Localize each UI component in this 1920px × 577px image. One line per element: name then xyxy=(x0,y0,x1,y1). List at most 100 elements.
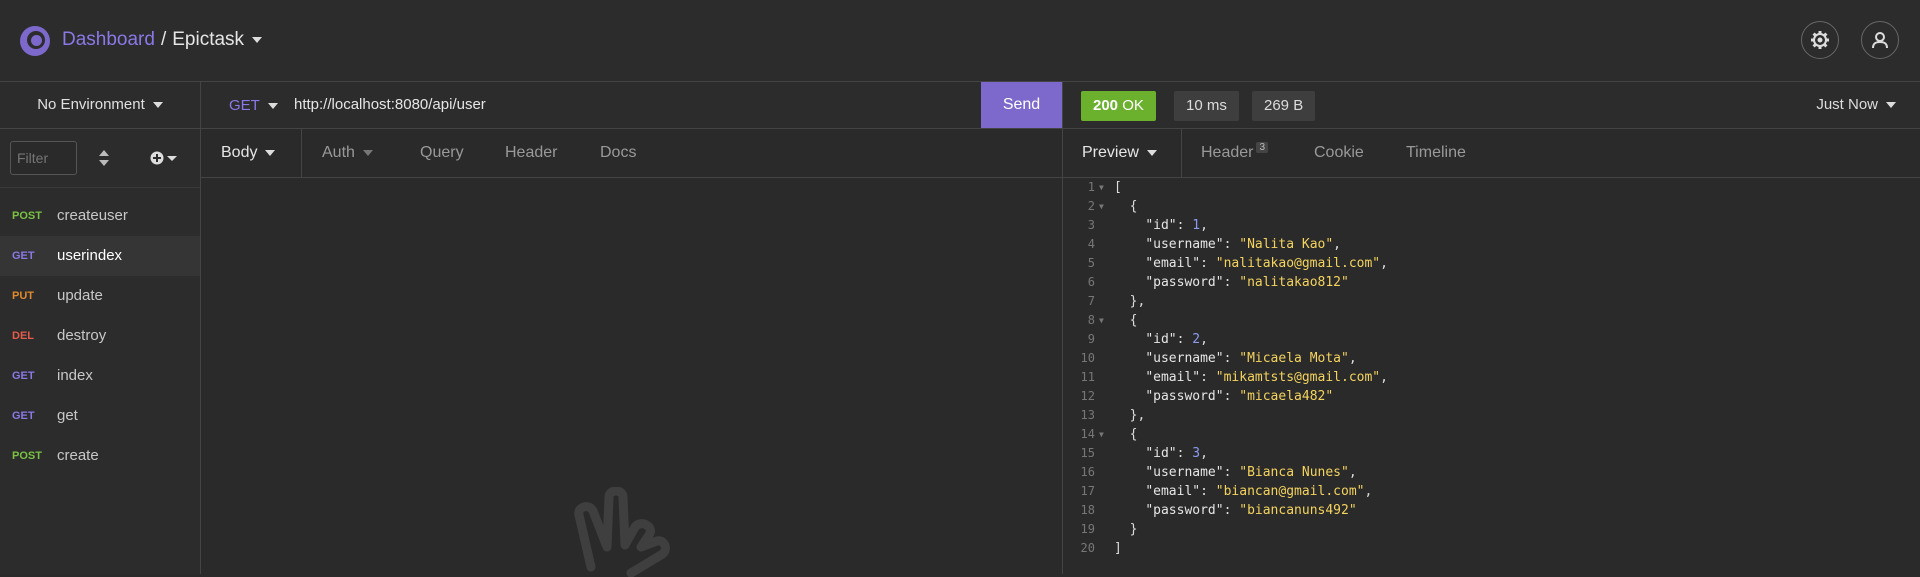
code-line: 2 ▼ { xyxy=(1063,197,1920,216)
code-line: 3 "id": 1, xyxy=(1063,216,1920,235)
top-bar: Dashboard / Epictask xyxy=(0,0,1920,82)
code-line: 13 }, xyxy=(1063,406,1920,425)
add-request-icon[interactable] xyxy=(150,149,182,167)
workspace-dropdown[interactable]: Epictask xyxy=(172,29,263,50)
breadcrumb: Dashboard / Epictask xyxy=(62,29,263,51)
send-button[interactable]: Send xyxy=(981,82,1062,128)
code-line: 19 } xyxy=(1063,520,1920,539)
method-badge: DEL xyxy=(12,330,34,342)
gear-icon xyxy=(1811,31,1829,49)
sidebar: No Environment POST createuser GET useri… xyxy=(0,82,201,574)
method-badge: POST xyxy=(12,210,42,222)
tab-label: Docs xyxy=(600,144,637,161)
fold-toggle-icon[interactable]: ▼ xyxy=(1099,311,1104,330)
line-number: 5 xyxy=(1087,256,1095,270)
line-number: 8 xyxy=(1087,313,1095,327)
sidebar-item-index[interactable]: GET index xyxy=(0,356,200,396)
code-text: } xyxy=(1114,522,1138,537)
tab-header[interactable]: Header xyxy=(505,129,557,177)
sidebar-item-userindex[interactable]: GET userindex xyxy=(0,236,200,276)
method-label: GET xyxy=(229,97,260,114)
code-text: "email": "nalitakao@gmail.com", xyxy=(1145,256,1388,271)
environment-selector[interactable]: No Environment xyxy=(0,82,200,129)
response-body-viewer[interactable]: 1 ▼[2 ▼ {3 "id": 1, 4 "username": "Nalita K… xyxy=(1063,178,1920,558)
insomnia-logo-icon xyxy=(20,26,50,56)
tab-label: Query xyxy=(420,144,464,161)
status-code: 200 xyxy=(1093,97,1119,114)
sidebar-item-update[interactable]: PUT update xyxy=(0,276,200,316)
fold-toggle-icon[interactable]: ▼ xyxy=(1099,197,1104,216)
line-number: 10 xyxy=(1080,351,1095,365)
request-name: get xyxy=(57,407,78,424)
chevron-down-icon xyxy=(362,149,373,156)
code-line: 18 "password": "biancanuns492" xyxy=(1063,501,1920,520)
line-number: 7 xyxy=(1087,294,1095,308)
filter-input[interactable] xyxy=(10,141,77,175)
code-line: 15 "id": 3, xyxy=(1063,444,1920,463)
sidebar-item-get[interactable]: GET get xyxy=(0,396,200,436)
code-text: "password": "biancanuns492" xyxy=(1145,503,1357,518)
dashboard-link[interactable]: Dashboard xyxy=(62,29,155,50)
request-name: createuser xyxy=(57,207,128,224)
workspace-label: Epictask xyxy=(172,29,245,50)
line-number: 15 xyxy=(1080,446,1095,460)
code-text: }, xyxy=(1114,408,1146,423)
method-dropdown[interactable]: GET xyxy=(229,97,278,114)
request-name: create xyxy=(57,447,99,464)
tab-auth[interactable]: Auth xyxy=(322,129,373,177)
code-text: { xyxy=(1114,427,1138,442)
tab-cookie[interactable]: Cookie xyxy=(1314,129,1364,177)
code-line: 17 "email": "biancan@gmail.com", xyxy=(1063,482,1920,501)
tab-preview[interactable]: Preview xyxy=(1082,129,1157,177)
response-time-badge: 10 ms xyxy=(1174,91,1239,121)
line-number: 18 xyxy=(1080,503,1095,517)
tab-label: Header xyxy=(1201,144,1254,161)
code-text: "password": "micaela482" xyxy=(1145,389,1334,404)
tab-label: Body xyxy=(221,144,258,161)
url-input[interactable]: http://localhost:8080/api/user xyxy=(294,96,486,113)
account-button[interactable] xyxy=(1861,21,1899,59)
request-panel: GET http://localhost:8080/api/user Send … xyxy=(201,82,1062,577)
request-name: destroy xyxy=(57,327,107,344)
code-text: "email": "biancan@gmail.com", xyxy=(1145,484,1373,499)
code-line: 8 ▼ { xyxy=(1063,311,1920,330)
filter-row xyxy=(0,129,200,188)
line-number: 17 xyxy=(1080,484,1095,498)
line-number: 2 xyxy=(1087,199,1095,213)
sort-icon[interactable] xyxy=(98,149,110,167)
code-line: 4 "username": "Nalita Kao", xyxy=(1063,235,1920,254)
chevron-down-icon xyxy=(265,149,276,156)
status-text: OK xyxy=(1122,97,1144,114)
line-number: 4 xyxy=(1087,237,1095,251)
code-text: "username": "Nalita Kao", xyxy=(1145,237,1341,252)
sidebar-item-create[interactable]: POST create xyxy=(0,436,200,476)
method-badge: POST xyxy=(12,450,42,462)
code-text: "id": 1, xyxy=(1145,218,1208,233)
fold-toggle-icon[interactable]: ▼ xyxy=(1099,425,1104,444)
chevron-down-icon xyxy=(1886,102,1896,109)
sidebar-item-createuser[interactable]: POST createuser xyxy=(0,196,200,236)
tab-response-header[interactable]: Header 3 xyxy=(1201,129,1269,177)
line-number: 6 xyxy=(1087,275,1095,289)
tab-docs[interactable]: Docs xyxy=(600,129,636,177)
code-line: 11 "email": "mikamtsts@gmail.com", xyxy=(1063,368,1920,387)
tab-timeline[interactable]: Timeline xyxy=(1406,129,1466,177)
status-badge: 200 OK xyxy=(1081,91,1156,121)
code-line: 14 ▼ { xyxy=(1063,425,1920,444)
tab-divider xyxy=(301,129,302,177)
fold-toggle-icon[interactable]: ▼ xyxy=(1099,178,1104,197)
history-dropdown[interactable]: Just Now xyxy=(1816,96,1896,113)
code-line: 9 "id": 2, xyxy=(1063,330,1920,349)
settings-button[interactable] xyxy=(1801,21,1839,59)
line-number: 20 xyxy=(1080,541,1095,555)
line-number: 3 xyxy=(1087,218,1095,232)
tab-query[interactable]: Query xyxy=(420,129,464,177)
tab-body[interactable]: Body xyxy=(221,129,276,177)
response-size-badge: 269 B xyxy=(1252,91,1316,121)
code-text: "id": 2, xyxy=(1145,332,1208,347)
sidebar-item-destroy[interactable]: DEL destroy xyxy=(0,316,200,356)
code-text: "email": "mikamtsts@gmail.com", xyxy=(1145,370,1388,385)
line-number: 13 xyxy=(1080,408,1095,422)
response-tabs: Preview Header 3 Cookie Timeline xyxy=(1063,129,1920,178)
request-name: update xyxy=(57,287,103,304)
